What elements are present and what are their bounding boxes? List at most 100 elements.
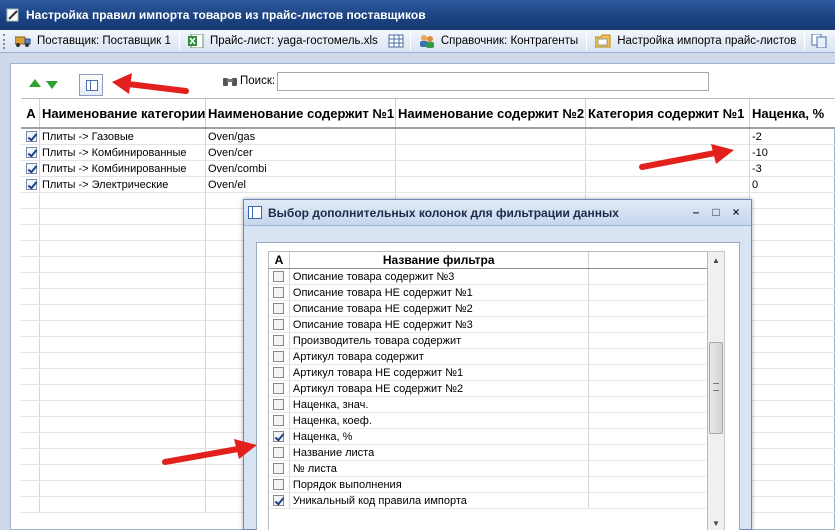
filter-checkbox[interactable] — [273, 271, 285, 282]
table-row[interactable]: Плиты -> Газовые Oven/gas -2 — [21, 129, 835, 145]
cell-name2[interactable] — [396, 145, 586, 160]
import-settings-button[interactable]: Настройка импорта прайс-листов — [589, 31, 802, 52]
col-header-name2[interactable]: Наименование содержит №2 — [396, 99, 586, 127]
filter-check-cell[interactable] — [269, 381, 290, 396]
scroll-up-icon[interactable]: ▲ — [708, 252, 724, 268]
filter-row[interactable]: Порядок выполнения — [269, 477, 707, 493]
filter-checkbox[interactable] — [273, 447, 285, 458]
filter-check-cell[interactable] — [269, 493, 290, 508]
copy-button[interactable] — [807, 31, 835, 52]
filter-row[interactable]: Артикул товара содержит — [269, 349, 707, 365]
filter-checkbox[interactable] — [273, 287, 285, 298]
search-input[interactable] — [277, 72, 709, 91]
calculator-button[interactable] — [384, 31, 408, 52]
row-check-cell[interactable] — [21, 145, 40, 160]
scroll-thumb[interactable] — [709, 342, 723, 434]
filter-check-cell[interactable] — [269, 285, 290, 300]
cell-markup[interactable]: 0 — [750, 177, 835, 192]
row-check-cell[interactable] — [21, 129, 40, 144]
filter-checkbox[interactable] — [273, 415, 285, 426]
cell-category[interactable]: Плиты -> Комбинированные — [40, 145, 206, 160]
col-header-cat1[interactable]: Категория содержит №1 — [586, 99, 750, 127]
filter-check-cell[interactable] — [269, 333, 290, 348]
filter-checkbox[interactable] — [273, 383, 285, 394]
filter-row[interactable]: Название листа — [269, 445, 707, 461]
filter-row[interactable]: Артикул товара НЕ содержит №2 — [269, 381, 707, 397]
filter-check-cell[interactable] — [269, 269, 290, 284]
scroll-down-icon[interactable]: ▼ — [708, 515, 724, 530]
row-checkbox[interactable] — [25, 131, 37, 142]
filter-row[interactable]: Артикул товара НЕ содержит №1 — [269, 365, 707, 381]
filter-row[interactable]: Описание товара НЕ содержит №2 — [269, 301, 707, 317]
filter-scrollbar[interactable]: ▲ ▼ — [708, 251, 725, 530]
cell-name2[interactable] — [396, 177, 586, 192]
filter-checkbox[interactable] — [273, 431, 285, 442]
filter-check-cell[interactable] — [269, 365, 290, 380]
filter-check-cell[interactable] — [269, 413, 290, 428]
column-chooser-button[interactable] — [79, 74, 103, 96]
cell-category[interactable]: Плиты -> Электрические — [40, 177, 206, 192]
directory-button[interactable]: Справочник: Контрагенты — [413, 31, 584, 52]
filter-check-cell[interactable] — [269, 397, 290, 412]
filter-checkbox[interactable] — [273, 463, 285, 474]
filter-row[interactable]: Наценка, % — [269, 429, 707, 445]
filter-check-cell[interactable] — [269, 429, 290, 444]
row-checkbox[interactable] — [25, 163, 37, 174]
filter-row[interactable]: Описание товара НЕ содержит №1 — [269, 285, 707, 301]
cell-cat1[interactable] — [586, 161, 750, 176]
col-header-markup[interactable]: Наценка, % — [750, 99, 835, 127]
table-row[interactable]: Плиты -> Комбинированные Oven/cer -10 — [21, 145, 835, 161]
move-down-icon[interactable] — [46, 81, 58, 89]
cell-name1[interactable]: Oven/el — [206, 177, 396, 192]
col-header-category[interactable]: Наименование категории — [40, 99, 206, 127]
row-checkbox[interactable] — [25, 147, 37, 158]
filter-col-name[interactable]: Название фильтра — [290, 252, 589, 268]
row-check-cell[interactable] — [21, 161, 40, 176]
cell-markup[interactable]: -3 — [750, 161, 835, 176]
filter-check-cell[interactable] — [269, 477, 290, 492]
filter-row[interactable]: Наценка, знач. — [269, 397, 707, 413]
cell-name1[interactable]: Oven/combi — [206, 161, 396, 176]
cell-name2[interactable] — [396, 129, 586, 144]
filter-check-cell[interactable] — [269, 461, 290, 476]
filter-check-cell[interactable] — [269, 317, 290, 332]
filter-checkbox[interactable] — [273, 335, 285, 346]
table-row[interactable]: Плиты -> Электрические Oven/el 0 — [21, 177, 835, 193]
filter-row[interactable]: Описание товара НЕ содержит №3 — [269, 317, 707, 333]
cell-cat1[interactable] — [586, 177, 750, 192]
col-header-a[interactable]: A — [21, 99, 40, 127]
minimize-button[interactable]: – — [689, 205, 703, 219]
cell-cat1[interactable] — [586, 145, 750, 160]
cell-markup[interactable]: -2 — [750, 129, 835, 144]
maximize-button[interactable]: □ — [709, 205, 723, 219]
filter-row[interactable]: Наценка, коеф. — [269, 413, 707, 429]
filter-checkbox[interactable] — [273, 399, 285, 410]
row-check-cell[interactable] — [21, 177, 40, 192]
close-button[interactable]: × — [729, 205, 743, 219]
cell-markup[interactable]: -10 — [750, 145, 835, 160]
filter-checkbox[interactable] — [273, 367, 285, 378]
cell-name2[interactable] — [396, 161, 586, 176]
supplier-button[interactable]: Поставщик: Поставщик 1 — [9, 31, 177, 52]
col-header-name1[interactable]: Наименование содержит №1 — [206, 99, 396, 127]
table-row[interactable]: Плиты -> Комбинированные Oven/combi -3 — [21, 161, 835, 177]
cell-name1[interactable]: Oven/cer — [206, 145, 396, 160]
filter-row[interactable]: Производитель товара содержит — [269, 333, 707, 349]
filter-checkbox[interactable] — [273, 351, 285, 362]
filter-col-a[interactable]: A — [269, 252, 290, 268]
filter-checkbox[interactable] — [273, 495, 285, 506]
filter-row[interactable]: Уникальный код правила импорта — [269, 493, 707, 509]
cell-category[interactable]: Плиты -> Комбинированные — [40, 161, 206, 176]
pricelist-button[interactable]: Прайс-лист: yaga-гостомель.xls — [182, 31, 384, 52]
row-checkbox[interactable] — [25, 179, 37, 190]
cell-category[interactable]: Плиты -> Газовые — [40, 129, 206, 144]
filter-checkbox[interactable] — [273, 319, 285, 330]
filter-check-cell[interactable] — [269, 301, 290, 316]
move-up-icon[interactable] — [29, 79, 41, 87]
filter-check-cell[interactable] — [269, 349, 290, 364]
filter-check-cell[interactable] — [269, 445, 290, 460]
cell-cat1[interactable] — [586, 129, 750, 144]
filter-checkbox[interactable] — [273, 479, 285, 490]
filter-row[interactable]: Описание товара содержит №3 — [269, 269, 707, 285]
filter-row[interactable]: № листа — [269, 461, 707, 477]
